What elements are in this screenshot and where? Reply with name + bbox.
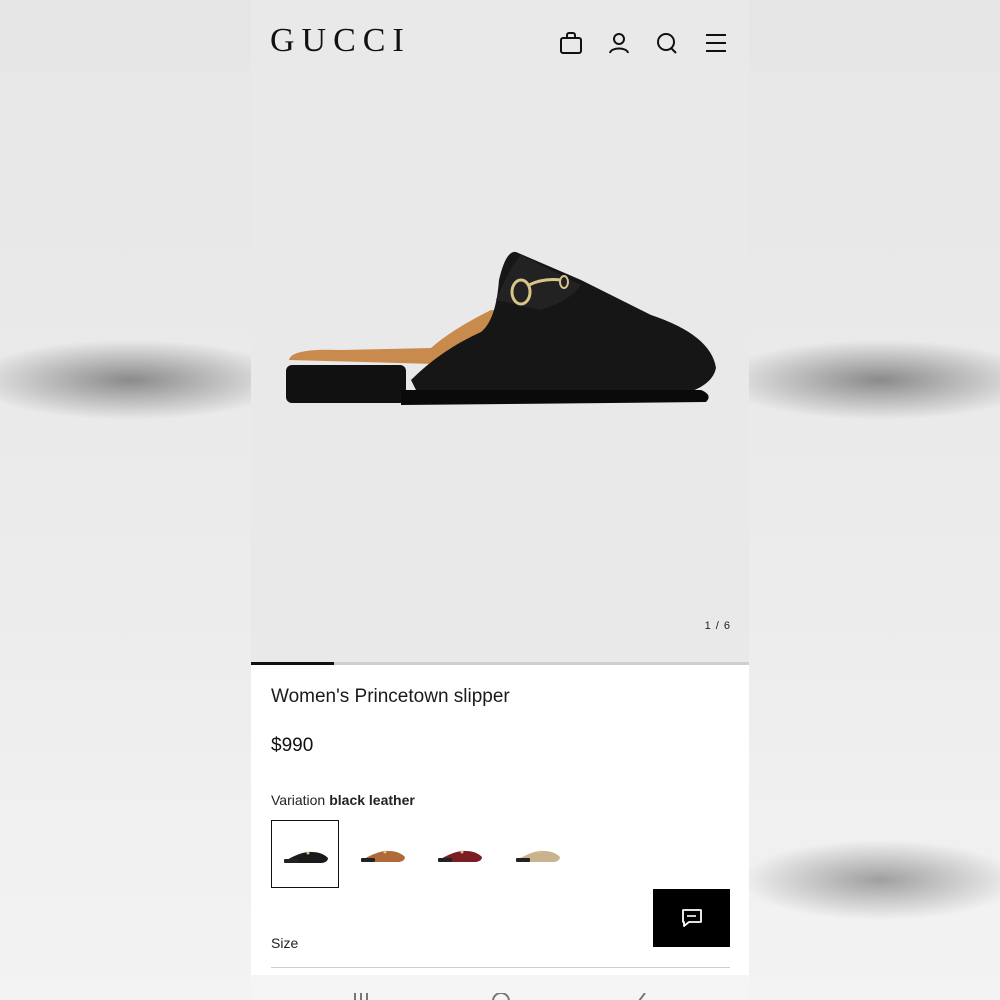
product-image-slipper[interactable] <box>281 240 721 415</box>
product-name: Women's Princetown slipper <box>271 686 510 707</box>
slipper-thumbnail-icon <box>361 850 405 862</box>
user-icon[interactable] <box>606 30 632 56</box>
slipper-thumbnail-icon <box>516 850 560 862</box>
gallery-progress-bar <box>251 662 749 665</box>
mobile-screen: GUCCI 1 / 6 Women's Princetown slipper $… <box>251 0 749 1000</box>
gallery-progress-fill <box>251 662 334 665</box>
chat-icon <box>682 909 702 927</box>
shopping-bag-icon[interactable] <box>558 30 584 56</box>
variation-swatch[interactable] <box>426 820 494 888</box>
menu-icon[interactable] <box>703 30 729 56</box>
variation-value: black leather <box>329 792 415 808</box>
slide-counter: 1 / 6 <box>704 620 731 632</box>
chat-button[interactable] <box>653 889 730 947</box>
slipper-thumbnail-icon <box>284 851 328 863</box>
search-icon[interactable] <box>654 30 680 56</box>
size-divider <box>271 967 730 968</box>
system-nav-bar <box>251 975 749 1000</box>
variation-swatch[interactable] <box>271 820 339 888</box>
variation-swatch[interactable] <box>349 820 417 888</box>
size-label[interactable]: Size <box>271 935 298 951</box>
variation-swatch[interactable] <box>504 820 572 888</box>
back-icon[interactable] <box>635 993 649 1000</box>
product-gallery[interactable]: GUCCI 1 / 6 <box>251 0 749 662</box>
variation-row: Variation black leather <box>271 792 415 808</box>
home-icon[interactable] <box>491 993 511 1000</box>
slipper-thumbnail-icon <box>438 850 482 862</box>
brand-logo[interactable]: GUCCI <box>270 22 411 60</box>
variation-label: Variation <box>271 792 326 808</box>
product-price: $990 <box>271 735 314 756</box>
recent-apps-icon[interactable] <box>351 993 371 1000</box>
